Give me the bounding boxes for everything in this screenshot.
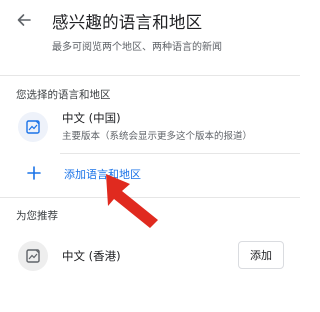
app-header: 感兴趣的语言和地区 最多可阅览两个地区、两种语言的新闻 (0, 0, 300, 68)
arrow-back-icon (17, 14, 31, 26)
selected-language-item[interactable]: 中文 (中国) 主要版本（系统会显示更多这个版本的报道） (0, 108, 300, 148)
selected-language-description: 主要版本（系统会显示更多这个版本的报道） (62, 131, 253, 142)
page-title: 感兴趣的语言和地区 (52, 13, 203, 32)
add-recommended-button[interactable]: 添加 (238, 241, 284, 269)
item-divider (60, 153, 300, 154)
selected-language-name: 中文 (中国) (62, 111, 121, 125)
news-language-icon (18, 112, 48, 142)
page-subtitle: 最多可阅览两个地区、两种语言的新闻 (52, 42, 222, 53)
recommended-language-name: 中文 (香港) (62, 249, 121, 263)
annotation-arrow-icon (106, 174, 158, 228)
recommended-section-label: 为您推荐 (16, 210, 58, 222)
header-divider (0, 75, 300, 76)
back-button[interactable] (12, 8, 36, 32)
selected-section-label: 您选择的语言和地区 (16, 89, 111, 101)
plus-icon (27, 166, 41, 180)
news-language-icon (18, 241, 48, 271)
